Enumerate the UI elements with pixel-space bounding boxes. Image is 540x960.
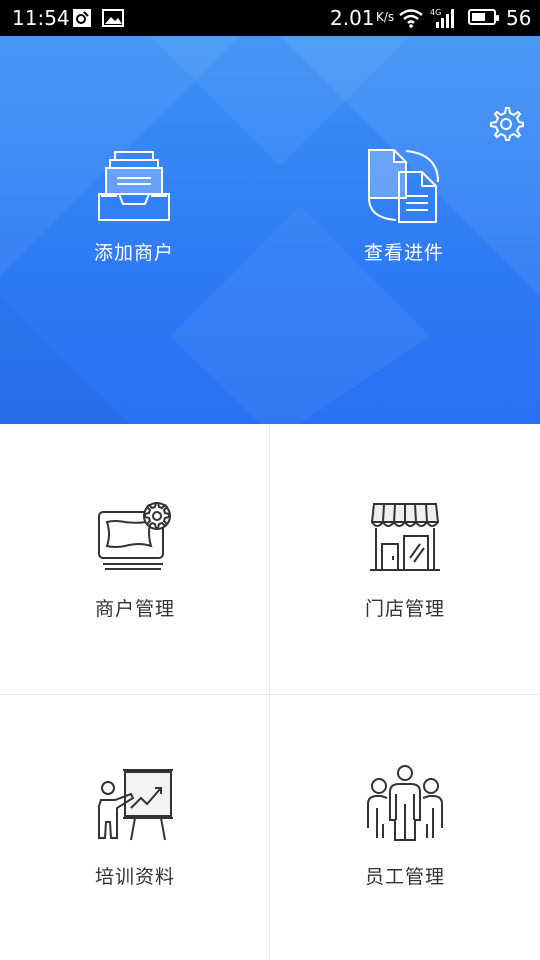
training-materials-tile[interactable]: 培训资料 [0, 766, 270, 889]
storefront-icon [370, 503, 440, 571]
header-banner: 添加商户 查看进件 [0, 36, 540, 424]
view-applications-label: 查看进件 [363, 242, 444, 264]
staff-management-label: 员工管理 [364, 866, 445, 888]
training-materials-label: 培训资料 [94, 866, 175, 888]
add-merchant-button[interactable]: 添加商户 [44, 148, 224, 265]
monitor-gear-icon [98, 502, 171, 570]
people-group-icon [367, 765, 443, 841]
4g-signal-icon: 4G [430, 6, 460, 34]
add-merchant-label: 添加商户 [93, 242, 174, 264]
store-management-tile[interactable]: 门店管理 [270, 500, 540, 621]
settings-button[interactable] [488, 106, 524, 142]
presentation-icon [98, 769, 173, 841]
documents-icon [368, 149, 439, 223]
gear-icon [490, 107, 524, 141]
store-management-label: 门店管理 [364, 598, 445, 620]
net-speed-unit: K/s [376, 10, 395, 24]
status-bar: 11:54 2.01 K/s 4G 56 [0, 0, 540, 36]
merchant-management-label: 商户管理 [94, 598, 175, 620]
status-time: 11:54 [12, 6, 70, 30]
image-icon [102, 8, 124, 32]
notification-icon [72, 8, 92, 32]
grid-divider-horizontal [0, 694, 540, 695]
net-speed: 2.01 [330, 6, 375, 30]
battery-icon [468, 9, 499, 25]
staff-management-tile[interactable]: 员工管理 [270, 764, 540, 889]
view-applications-button[interactable]: 查看进件 [314, 148, 494, 265]
battery-level: 56 [506, 6, 532, 30]
wifi-icon [398, 8, 424, 32]
svg-text:4G: 4G [430, 8, 441, 17]
merchant-management-tile[interactable]: 商户管理 [0, 496, 270, 621]
tray-stack-icon [98, 151, 170, 221]
